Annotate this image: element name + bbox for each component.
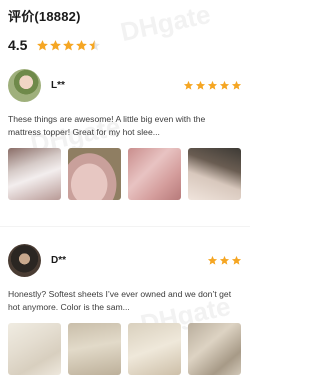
star-icon xyxy=(36,39,49,52)
review-photo[interactable] xyxy=(8,148,61,200)
star-icon xyxy=(195,80,206,91)
divider xyxy=(0,226,250,227)
reviewer-name: L** xyxy=(51,79,65,91)
overall-stars xyxy=(36,39,101,52)
star-icon xyxy=(219,255,230,266)
star-icon xyxy=(49,39,62,52)
star-icon xyxy=(62,39,75,52)
avatar xyxy=(8,243,41,277)
star-icon xyxy=(219,80,230,91)
star-icon xyxy=(207,80,218,91)
review-photo[interactable] xyxy=(68,148,121,200)
reviews-header: 评价(18882) 4.5 xyxy=(8,6,242,54)
review-text: Honestly? Softest sheets I’ve ever owned… xyxy=(8,289,232,312)
review-photos xyxy=(8,323,242,375)
review-text: These things are awesome! A little big e… xyxy=(8,114,206,137)
review-card[interactable]: L** These things are awesome! A little b… xyxy=(8,68,242,200)
reviews-title: 评价(18882) xyxy=(8,9,81,24)
review-photo[interactable] xyxy=(8,323,61,375)
overall-rating: 4.5 xyxy=(8,36,242,54)
star-icon xyxy=(231,255,242,266)
review-photo[interactable] xyxy=(188,323,241,375)
review-photo[interactable] xyxy=(128,148,181,200)
review-stars xyxy=(207,255,242,266)
reviewer-name: D** xyxy=(51,254,67,266)
star-icon xyxy=(231,80,242,91)
rating-value: 4.5 xyxy=(8,37,28,53)
review-photo[interactable] xyxy=(128,323,181,375)
review-photos xyxy=(8,148,242,200)
review-photo[interactable] xyxy=(68,323,121,375)
review-stars xyxy=(183,80,242,91)
star-icon xyxy=(88,39,101,52)
review-photo[interactable] xyxy=(188,148,241,200)
review-card[interactable]: D** Honestly? Softest sheets I’ve ever o… xyxy=(8,243,242,375)
star-icon xyxy=(207,255,218,266)
star-icon xyxy=(75,39,88,52)
star-icon xyxy=(183,80,194,91)
avatar xyxy=(8,68,41,102)
